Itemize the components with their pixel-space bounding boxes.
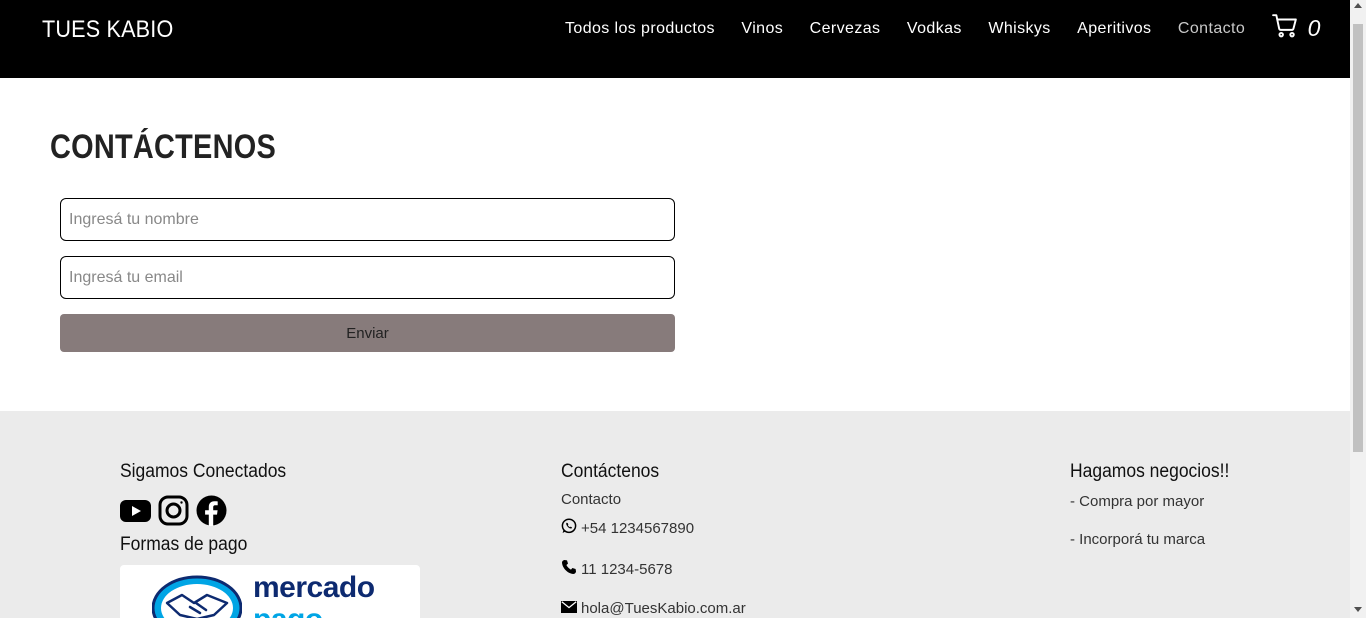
nav-item-vinos[interactable]: Vinos [741, 20, 783, 38]
payments-heading: Formas de pago [120, 534, 248, 555]
submit-button[interactable]: Enviar [60, 314, 675, 352]
business-heading: Hagamos negocios!! [1070, 461, 1230, 482]
instagram-icon[interactable] [158, 495, 189, 526]
scroll-down-arrow-icon[interactable] [1354, 607, 1362, 612]
nav-links: Todos los productos Vinos Cervezas Vodka… [565, 13, 1320, 44]
whatsapp-row[interactable]: +54 1234567890 [561, 518, 746, 538]
nav-item-contacto[interactable]: Contacto [1178, 20, 1245, 38]
phone-row[interactable]: 11 1234-5678 [561, 559, 746, 579]
mail-icon [561, 600, 581, 617]
footer-business-column: Hagamos negocios!! - Compra por mayor - … [1070, 461, 1243, 548]
footer-contact-column: Contáctenos Contacto +54 1234567890 11 1… [561, 461, 746, 617]
scrollbar-thumb[interactable] [1353, 24, 1363, 452]
email-row[interactable]: hola@TuesKabio.com.ar [561, 600, 746, 617]
handshake-icon [151, 573, 243, 618]
contact-subtitle: Contacto [561, 491, 622, 508]
phone-number: 11 1234-5678 [581, 560, 673, 578]
add-brand-link[interactable]: - Incorporá tu marca [1070, 531, 1243, 548]
payment-brand-text-2: pago [253, 603, 323, 618]
email-field[interactable] [60, 256, 675, 299]
social-icons [120, 495, 420, 526]
brand-logo[interactable]: TUES KABIO [42, 16, 173, 44]
footer-social-column: Sigamos Conectados Formas de pago mercad… [120, 461, 420, 618]
nav-item-todos-los-productos[interactable]: Todos los productos [565, 20, 715, 38]
cart-count: 0 [1307, 15, 1321, 41]
vertical-scrollbar[interactable] [1350, 0, 1366, 618]
whatsapp-icon [561, 518, 581, 538]
payment-method-card: mercado pago [120, 565, 420, 618]
nav-item-whiskys[interactable]: Whiskys [988, 20, 1050, 38]
nav-item-cervezas[interactable]: Cervezas [810, 20, 881, 38]
page-title: CONTÁCTENOS [50, 128, 276, 166]
wholesale-link[interactable]: - Compra por mayor [1070, 493, 1243, 510]
youtube-icon[interactable] [120, 499, 151, 523]
payment-brand-text: mercado [253, 571, 375, 604]
whatsapp-number: +54 1234567890 [581, 519, 695, 537]
nav-item-vodkas[interactable]: Vodkas [907, 20, 962, 38]
nav-item-aperitivos[interactable]: Aperitivos [1077, 20, 1151, 38]
scroll-up-arrow-icon[interactable] [1354, 3, 1362, 8]
name-field[interactable] [60, 198, 675, 241]
cart-button[interactable]: 0 [1271, 13, 1321, 44]
navbar: TUES KABIO Todos los productos Vinos Cer… [0, 0, 1350, 78]
shopping-cart-icon [1271, 13, 1298, 44]
social-heading: Sigamos Conectados [120, 461, 287, 482]
contact-heading: Contáctenos [561, 461, 660, 482]
footer: Sigamos Conectados Formas de pago mercad… [0, 411, 1350, 618]
email-address: hola@TuesKabio.com.ar [581, 600, 746, 617]
phone-icon [561, 559, 581, 579]
facebook-icon[interactable] [196, 495, 227, 526]
